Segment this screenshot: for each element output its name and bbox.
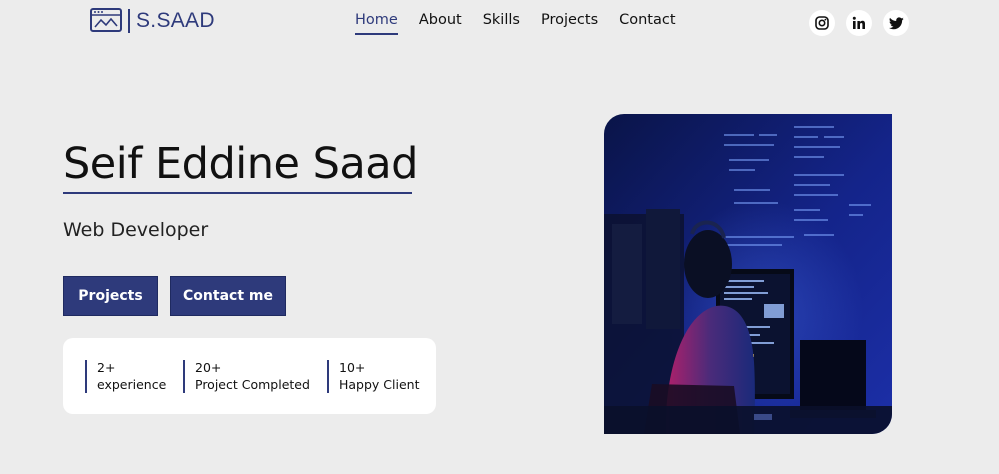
nav-projects[interactable]: Projects xyxy=(541,12,598,34)
nav-skills[interactable]: Skills xyxy=(483,12,520,34)
linkedin-icon xyxy=(852,16,865,29)
code-window-icon xyxy=(90,8,122,32)
instagram-icon xyxy=(815,16,829,30)
stat-value: 2+ xyxy=(97,360,116,375)
social-links xyxy=(809,10,909,36)
main-nav: Home About Skills Projects Contact xyxy=(355,12,676,35)
stat-clients: 10+ Happy Client xyxy=(327,360,420,393)
stats-card: 2+ experience 20+ Project Completed 10+ … xyxy=(63,338,436,414)
twitter-link[interactable] xyxy=(883,10,909,36)
twitter-icon xyxy=(888,16,904,29)
stat-label: Project Completed xyxy=(195,376,310,392)
linkedin-link[interactable] xyxy=(846,10,872,36)
stat-label: Happy Client xyxy=(339,376,420,392)
stat-projects: 20+ Project Completed xyxy=(183,360,310,393)
nav-home[interactable]: Home xyxy=(355,12,398,35)
logo-divider xyxy=(128,9,130,33)
developer-photo xyxy=(604,114,892,434)
instagram-link[interactable] xyxy=(809,10,835,36)
contact-me-button[interactable]: Contact me xyxy=(170,276,286,316)
logo[interactable]: S.SAAD xyxy=(90,8,215,34)
stat-value: 10+ xyxy=(339,360,366,375)
name-underline xyxy=(63,192,412,194)
stat-value: 20+ xyxy=(195,360,222,375)
stat-experience: 2+ experience xyxy=(85,360,166,393)
stat-label: experience xyxy=(97,376,167,392)
hero-role: Web Developer xyxy=(63,219,209,241)
hero-name: Seif Eddine Saad xyxy=(63,139,418,189)
projects-button[interactable]: Projects xyxy=(63,276,158,316)
nav-contact[interactable]: Contact xyxy=(619,12,675,34)
logo-text: S.SAAD xyxy=(136,9,215,32)
nav-about[interactable]: About xyxy=(419,12,462,34)
